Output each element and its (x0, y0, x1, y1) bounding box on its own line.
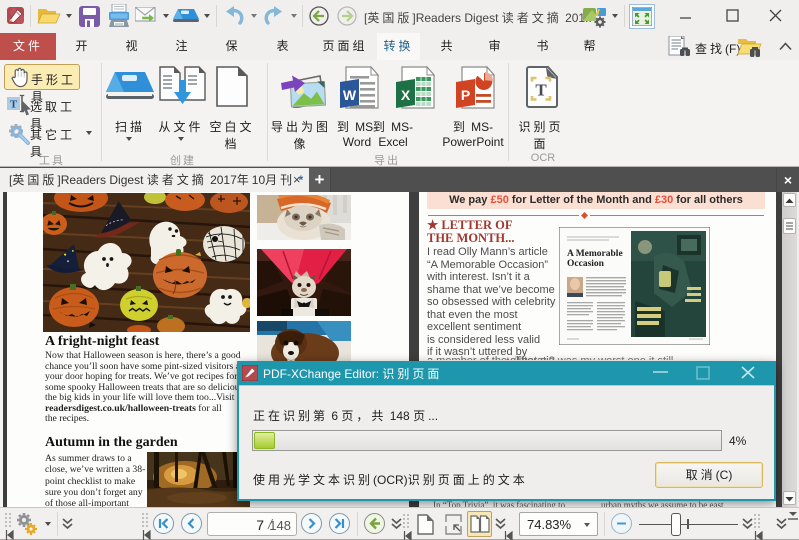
svg-text:P: P (461, 87, 470, 103)
svg-text:Occasion: Occasion (567, 259, 605, 269)
svg-text:W: W (343, 87, 357, 103)
svg-text:T: T (10, 99, 18, 111)
svg-text:A Memorable: A Memorable (567, 249, 623, 259)
svg-text:X: X (401, 87, 411, 103)
svg-text:T: T (535, 81, 547, 100)
